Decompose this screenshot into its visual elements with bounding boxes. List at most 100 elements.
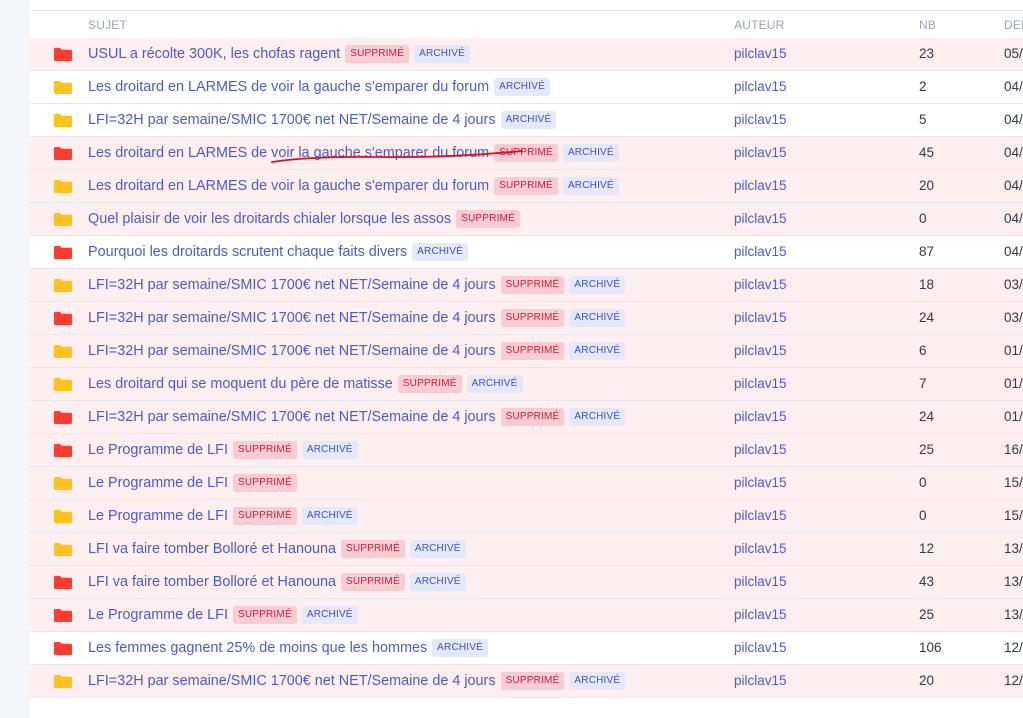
topic-author-link[interactable]: pilclav15 — [734, 46, 787, 61]
topic-row[interactable]: LFI=32H par semaine/SMIC 1700€ net NET/S… — [30, 335, 1023, 368]
topic-title-text[interactable]: Quel plaisir de voir les droitards chial… — [88, 210, 451, 228]
topic-title-link[interactable]: LFI va faire tomber Bolloré et Hanouna SU… — [88, 540, 466, 558]
topic-author-link[interactable]: pilclav15 — [734, 112, 787, 127]
topic-title-link[interactable]: LFI=32H par semaine/SMIC 1700€ net NET/S… — [88, 672, 626, 690]
topic-title-text[interactable]: LFI va faire tomber Bolloré et Hanouna — [88, 540, 336, 558]
topic-row[interactable]: Les femmes gagnent 25% de moins que les … — [30, 632, 1023, 665]
folder-red-icon — [54, 609, 72, 622]
topic-title-link[interactable]: LFI=32H par semaine/SMIC 1700€ net NET/S… — [88, 111, 557, 129]
topic-author-link[interactable]: pilclav15 — [734, 640, 787, 655]
topic-author-link[interactable]: pilclav15 — [734, 376, 787, 391]
topic-title-link[interactable]: USUL a récolte 300K, les chofas ragent SU… — [88, 45, 470, 63]
topic-author-link[interactable]: pilclav15 — [734, 343, 787, 358]
topic-title-text[interactable]: Le Programme de LFI — [88, 474, 228, 492]
topic-title-text[interactable]: LFI=32H par semaine/SMIC 1700€ net NET/S… — [88, 276, 496, 294]
topic-row[interactable]: LFI=32H par semaine/SMIC 1700€ net NET/S… — [30, 401, 1023, 434]
topic-title-link[interactable]: Les droitard en LARMES de voir la gauche… — [88, 78, 550, 96]
topic-title-text[interactable]: LFI=32H par semaine/SMIC 1700€ net NET/S… — [88, 342, 496, 360]
topic-title-link[interactable]: Le Programme de LFI SUPPRIMÉ — [88, 474, 297, 492]
topic-title-link[interactable]: Les droitard qui se moquent du père de m… — [88, 375, 523, 393]
topic-title-text[interactable]: Les droitard qui se moquent du père de m… — [88, 375, 393, 393]
topic-title-link[interactable]: Les femmes gagnent 25% de moins que les … — [88, 639, 489, 657]
folder-yellow-icon — [54, 675, 72, 688]
topic-title-text[interactable]: Les droitard en LARMES de voir la gauche… — [88, 144, 489, 162]
topic-row[interactable]: LFI va faire tomber Bolloré et Hanouna SU… — [30, 533, 1023, 566]
topic-row[interactable]: Les droitard en LARMES de voir la gauche… — [30, 71, 1023, 104]
topic-author-link[interactable]: pilclav15 — [734, 673, 787, 688]
topic-reply-count: 0 — [919, 211, 927, 226]
topic-row[interactable]: Le Programme de LFI SUPPRIMÉ ARCHIVÉ pilcla… — [30, 500, 1023, 533]
topic-author-link[interactable]: pilclav15 — [734, 541, 787, 556]
topic-title-link[interactable]: LFI=32H par semaine/SMIC 1700€ net NET/S… — [88, 276, 626, 294]
topic-title-text[interactable]: LFI va faire tomber Bolloré et Hanouna — [88, 573, 336, 591]
topic-author-link[interactable]: pilclav15 — [734, 310, 787, 325]
topic-author-link[interactable]: pilclav15 — [734, 409, 787, 424]
topic-author-link[interactable]: pilclav15 — [734, 244, 787, 259]
topic-row[interactable]: Les droitard en LARMES de voir la gauche… — [30, 170, 1023, 203]
topic-title-text[interactable]: LFI=32H par semaine/SMIC 1700€ net NET/S… — [88, 408, 496, 426]
topic-title-link[interactable]: Le Programme de LFI SUPPRIMÉ ARCHIVÉ — [88, 441, 358, 459]
topic-author-link[interactable]: pilclav15 — [734, 145, 787, 160]
topic-row[interactable]: LFI=32H par semaine/SMIC 1700€ net NET/S… — [30, 665, 1023, 698]
topic-title-text[interactable]: Les femmes gagnent 25% de moins que les … — [88, 639, 427, 657]
topic-title-link[interactable]: LFI=32H par semaine/SMIC 1700€ net NET/S… — [88, 309, 626, 327]
topic-author-link[interactable]: pilclav15 — [734, 475, 787, 490]
header-dernier: DER — [1004, 18, 1023, 32]
topic-last-date: 01/ — [1004, 376, 1023, 391]
topic-title-link[interactable]: LFI=32H par semaine/SMIC 1700€ net NET/S… — [88, 408, 626, 426]
topic-title-link[interactable]: LFI va faire tomber Bolloré et Hanouna SU… — [88, 573, 466, 591]
badge-archive: ARCHIVÉ — [562, 177, 619, 195]
topic-reply-count: 24 — [919, 310, 935, 325]
topic-list-panel: SUJET AUTEUR NB DER USUL a récolte 300K,… — [30, 0, 1023, 718]
badge-archive: ARCHIVÉ — [500, 111, 557, 129]
topic-title-text[interactable]: Pourquoi les droitards scrutent chaque f… — [88, 243, 407, 261]
topic-title-text[interactable]: USUL a récolte 300K, les chofas ragent — [88, 45, 340, 63]
topic-row[interactable]: Quel plaisir de voir les droitards chial… — [30, 203, 1023, 236]
topic-title-text[interactable]: Les droitard en LARMES de voir la gauche… — [88, 177, 489, 195]
topic-author-link[interactable]: pilclav15 — [734, 442, 787, 457]
topic-author-link[interactable]: pilclav15 — [734, 508, 787, 523]
topic-row[interactable]: Le Programme de LFI SUPPRIMÉ ARCHIVÉ pilcla… — [30, 434, 1023, 467]
folder-red-icon — [54, 48, 72, 61]
topic-author-link[interactable]: pilclav15 — [734, 178, 787, 193]
topic-row[interactable]: LFI=32H par semaine/SMIC 1700€ net NET/S… — [30, 104, 1023, 137]
topic-title-text[interactable]: LFI=32H par semaine/SMIC 1700€ net NET/S… — [88, 309, 496, 327]
topic-title-link[interactable]: Quel plaisir de voir les droitards chial… — [88, 210, 520, 228]
topic-title-link[interactable]: Les droitard en LARMES de voir la gauche… — [88, 144, 619, 162]
topic-title-text[interactable]: LFI=32H par semaine/SMIC 1700€ net NET/S… — [88, 672, 496, 690]
topic-title-text[interactable]: Le Programme de LFI — [88, 606, 228, 624]
topic-title-link[interactable]: LFI=32H par semaine/SMIC 1700€ net NET/S… — [88, 342, 626, 360]
topic-author-link[interactable]: pilclav15 — [734, 574, 787, 589]
topic-title-link[interactable]: Le Programme de LFI SUPPRIMÉ ARCHIVÉ — [88, 507, 358, 525]
topic-row[interactable]: Les droitard en LARMES de voir la gauche… — [30, 137, 1023, 170]
badge-archive: ARCHIVÉ — [569, 309, 626, 327]
badge-archive: ARCHIVÉ — [414, 45, 470, 63]
topic-row[interactable]: Le Programme de LFI SUPPRIMÉ pilclav15 0 15/ — [30, 467, 1023, 500]
topic-title-text[interactable]: Le Programme de LFI — [88, 441, 228, 459]
topic-author-link[interactable]: pilclav15 — [734, 277, 787, 292]
badge-archive: ARCHIVÉ — [301, 441, 358, 459]
topic-author-link[interactable]: pilclav15 — [734, 211, 787, 226]
topic-row[interactable]: LFI va faire tomber Bolloré et Hanouna SU… — [30, 566, 1023, 599]
topic-row[interactable]: Les droitard qui se moquent du père de m… — [30, 368, 1023, 401]
badge-supprime: SUPPRIMÉ — [340, 573, 405, 591]
topic-row[interactable]: LFI=32H par semaine/SMIC 1700€ net NET/S… — [30, 302, 1023, 335]
topic-row[interactable]: Pourquoi les droitards scrutent chaque f… — [30, 236, 1023, 269]
badge-archive: ARCHIVÉ — [301, 507, 358, 525]
topic-title-text[interactable]: Les droitard en LARMES de voir la gauche… — [88, 78, 489, 96]
topic-title-text[interactable]: LFI=32H par semaine/SMIC 1700€ net NET/S… — [88, 111, 496, 129]
topic-title-text[interactable]: Le Programme de LFI — [88, 507, 228, 525]
topic-reply-count: 18 — [919, 277, 935, 292]
topic-title-link[interactable]: Les droitard en LARMES de voir la gauche… — [88, 177, 619, 195]
topic-row[interactable]: USUL a récolte 300K, les chofas ragent SU… — [30, 38, 1023, 71]
topic-title-link[interactable]: Le Programme de LFI SUPPRIMÉ ARCHIVÉ — [88, 606, 358, 624]
folder-yellow-icon — [54, 114, 72, 127]
topic-last-date: 13/ — [1004, 541, 1023, 556]
topic-author-link[interactable]: pilclav15 — [734, 79, 787, 94]
badge-supprime: SUPPRIMÉ — [500, 342, 565, 360]
topic-author-link[interactable]: pilclav15 — [734, 607, 787, 622]
topic-title-link[interactable]: Pourquoi les droitards scrutent chaque f… — [88, 243, 469, 261]
topic-row[interactable]: LFI=32H par semaine/SMIC 1700€ net NET/S… — [30, 269, 1023, 302]
topic-row[interactable]: Le Programme de LFI SUPPRIMÉ ARCHIVÉ pilcla… — [30, 599, 1023, 632]
folder-red-icon — [54, 246, 72, 259]
